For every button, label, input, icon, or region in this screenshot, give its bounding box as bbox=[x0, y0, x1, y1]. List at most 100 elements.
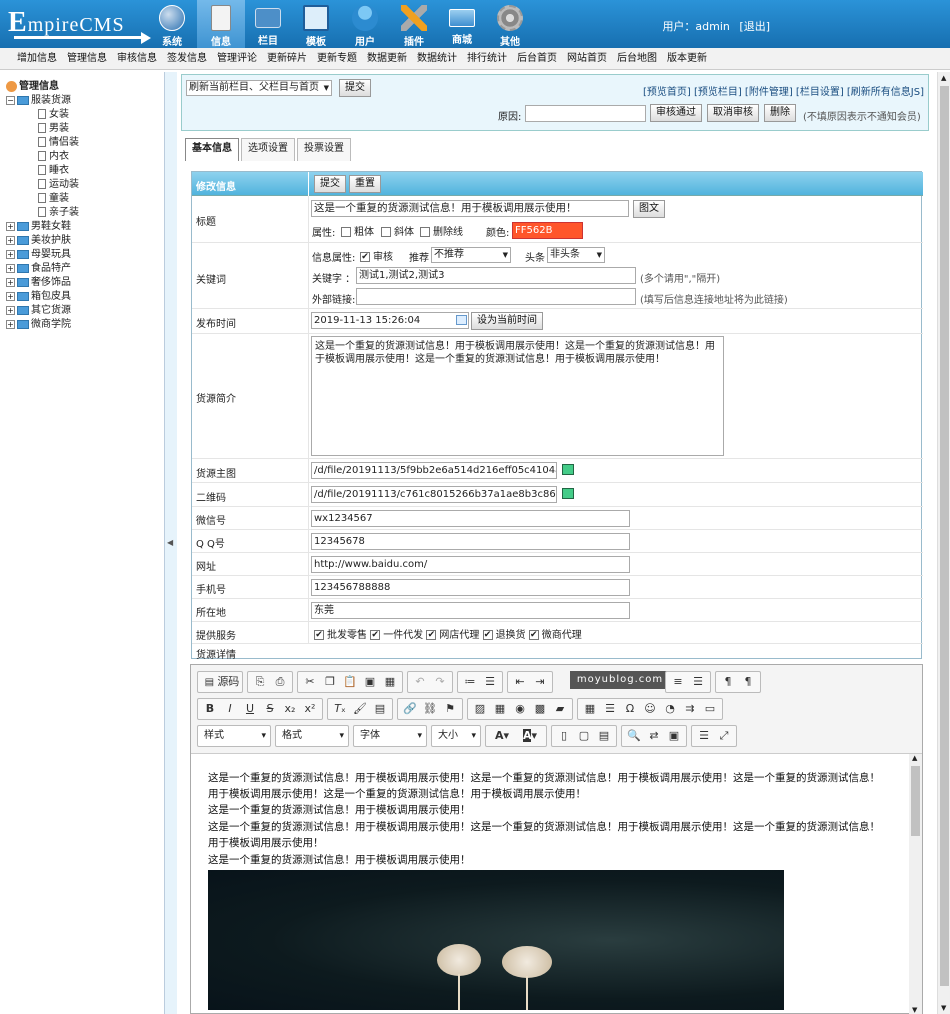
calendar-icon[interactable] bbox=[456, 315, 467, 325]
refresh-submit-button[interactable]: 提交 bbox=[339, 79, 371, 97]
flash-icon[interactable]: ◉ bbox=[510, 699, 530, 719]
pubtime-input[interactable]: 2019-11-13 15:26:04 bbox=[311, 312, 469, 329]
expand-icon[interactable]: + bbox=[6, 277, 15, 287]
special-char-icon[interactable]: Ω bbox=[620, 699, 640, 719]
text-color-icon[interactable]: A▾ bbox=[488, 726, 516, 746]
editor-content[interactable]: 这是一个重复的货源测试信息！用于模板调用展示使用！这是一个重复的货源测试信息！用… bbox=[191, 753, 922, 1014]
tree-item[interactable]: 女装 bbox=[6, 108, 79, 122]
service-checkbox[interactable]: ✔ 微商代理 bbox=[528, 630, 582, 641]
nav-template[interactable]: 模板 bbox=[292, 0, 340, 48]
underline-icon[interactable]: U bbox=[240, 699, 260, 719]
tree-folder[interactable]: + 奢侈饰品 bbox=[6, 276, 79, 290]
new-page-icon[interactable]: ▢ bbox=[574, 726, 594, 746]
subnav-manage-info[interactable]: 管理信息 bbox=[62, 48, 112, 70]
subnav-version-update[interactable]: 版本更新 bbox=[662, 48, 712, 70]
subnav-admin-home[interactable]: 后台首页 bbox=[512, 48, 562, 70]
expand-icon[interactable]: + bbox=[6, 221, 15, 231]
nav-other[interactable]: 其他 bbox=[486, 0, 534, 48]
tab-options[interactable]: 选项设置 bbox=[241, 138, 295, 161]
source-icon[interactable]: ▤ 源码 bbox=[200, 672, 242, 692]
nav-plugin[interactable]: 插件 bbox=[390, 0, 438, 48]
unapprove-button[interactable]: 取消审核 bbox=[707, 104, 759, 122]
expand-icon[interactable]: + bbox=[6, 263, 15, 273]
remove-format-icon[interactable]: Tₓ bbox=[330, 699, 350, 719]
tree-folder[interactable]: + 美妆护肤 bbox=[6, 234, 79, 248]
tree-item[interactable]: 情侣装 bbox=[6, 136, 79, 150]
code-icon[interactable]: ▭ bbox=[700, 699, 720, 719]
tree-item[interactable]: 运动装 bbox=[6, 178, 79, 192]
document-props-icon[interactable]: ▤ bbox=[594, 726, 614, 746]
tab-basic[interactable]: 基本信息 bbox=[185, 138, 239, 161]
undo-icon[interactable]: ↶ bbox=[410, 672, 430, 692]
url-input[interactable]: http://www.baidu.com/ bbox=[311, 556, 630, 573]
location-input[interactable]: 东莞 bbox=[311, 602, 630, 619]
size-combo[interactable]: 大小 bbox=[431, 725, 481, 747]
find-icon[interactable]: 🔍 bbox=[624, 726, 644, 746]
image-select-icon[interactable] bbox=[562, 464, 574, 475]
font-combo[interactable]: 字体 bbox=[353, 725, 427, 747]
outdent-icon[interactable]: ⇤ bbox=[510, 672, 530, 692]
page-scrollbar[interactable]: ▲ ▼ bbox=[937, 72, 950, 1014]
nav-info[interactable]: 信息 bbox=[197, 0, 245, 48]
strikethrough-icon[interactable]: S bbox=[260, 699, 280, 719]
service-checkbox[interactable]: ✔ 一件代发 bbox=[370, 630, 423, 641]
align-justify-icon[interactable]: ≡ bbox=[668, 672, 688, 692]
bullet-list-icon[interactable]: ☰ bbox=[480, 672, 500, 692]
rtl-icon[interactable]: ¶ bbox=[738, 672, 758, 692]
subnav-audit-info[interactable]: 审核信息 bbox=[112, 48, 162, 70]
form-reset-button[interactable]: 重置 bbox=[349, 175, 381, 193]
italic-checkbox[interactable]: 斜体 bbox=[381, 223, 414, 238]
nav-shop[interactable]: 商城 bbox=[438, 0, 486, 48]
style-combo[interactable]: 样式 bbox=[197, 725, 271, 747]
media-icon[interactable]: ▩ bbox=[530, 699, 550, 719]
qq-input[interactable]: 12345678 bbox=[311, 533, 630, 550]
replace-icon[interactable]: ⇄ bbox=[644, 726, 664, 746]
phone-input[interactable]: 123456788888 bbox=[311, 579, 630, 596]
headline-select[interactable]: 非头条 bbox=[547, 247, 605, 263]
nav-user[interactable]: 用户 bbox=[341, 0, 389, 48]
tree-root[interactable]: 管理信息 bbox=[6, 80, 79, 94]
strike-checkbox[interactable]: 删除线 bbox=[420, 223, 463, 238]
qrcode-input[interactable]: /d/file/20191113/c761c8015266b37a1ae8b3c… bbox=[311, 486, 557, 503]
print-icon[interactable]: ⎙ bbox=[270, 672, 290, 692]
bold-checkbox[interactable]: 粗体 bbox=[341, 223, 374, 238]
horizontal-rule-icon[interactable]: ☰ bbox=[600, 699, 620, 719]
tree-item[interactable]: 内衣 bbox=[6, 150, 79, 164]
external-link-input[interactable] bbox=[356, 288, 636, 305]
paste-icon[interactable]: 📋 bbox=[340, 672, 360, 692]
select-all-icon[interactable]: ▣ bbox=[664, 726, 684, 746]
subnav-data-stats[interactable]: 数据统计 bbox=[412, 48, 462, 70]
expand-icon[interactable]: + bbox=[6, 319, 15, 329]
calendar-insert-icon[interactable]: ▦ bbox=[490, 699, 510, 719]
cut-icon[interactable]: ✂ bbox=[300, 672, 320, 692]
ltr-icon[interactable]: ¶ bbox=[718, 672, 738, 692]
nav-system[interactable]: 系统 bbox=[148, 0, 196, 48]
template-icon[interactable]: ▤ bbox=[370, 699, 390, 719]
audit-checkbox[interactable]: ✔ 审核 bbox=[360, 248, 393, 263]
set-now-button[interactable]: 设为当前时间 bbox=[471, 312, 543, 330]
italic-icon[interactable]: I bbox=[220, 699, 240, 719]
tree-folder-open[interactable]: − 服装货源 bbox=[6, 94, 79, 108]
numbered-list-icon[interactable]: ≔ bbox=[460, 672, 480, 692]
preview-links[interactable]: [预览首页] [预览栏目] [附件管理] [栏目设置] [刷新所有信息JS] bbox=[643, 83, 924, 98]
subnav-sign-info[interactable]: 签发信息 bbox=[162, 48, 212, 70]
fullscreen-icon[interactable]: ⤢ bbox=[714, 726, 734, 746]
reason-input[interactable] bbox=[525, 105, 646, 122]
expand-icon[interactable]: + bbox=[6, 305, 15, 315]
tab-vote[interactable]: 投票设置 bbox=[297, 138, 351, 161]
format-combo[interactable]: 格式 bbox=[275, 725, 349, 747]
expand-icon[interactable]: + bbox=[6, 235, 15, 245]
service-checkbox[interactable]: ✔ 退换货 bbox=[482, 630, 526, 641]
superscript-icon[interactable]: x² bbox=[300, 699, 320, 719]
image-icon[interactable]: ▨ bbox=[470, 699, 490, 719]
subnav-data-update[interactable]: 数据更新 bbox=[362, 48, 412, 70]
table-icon[interactable]: ▦ bbox=[580, 699, 600, 719]
editor-scrollbar[interactable]: ▲ ▼ bbox=[909, 754, 922, 1014]
tree-item[interactable]: 睡衣 bbox=[6, 164, 79, 178]
bg-color-icon[interactable]: A▾ bbox=[516, 726, 544, 746]
collapse-icon[interactable]: − bbox=[6, 95, 15, 105]
emoticon-icon[interactable]: ☺ bbox=[640, 699, 660, 719]
subnav-admin-map[interactable]: 后台地图 bbox=[612, 48, 662, 70]
iframe-icon[interactable]: ◔ bbox=[660, 699, 680, 719]
title-input[interactable]: 这是一个重复的货源测试信息！用于模板调用展示使用！ bbox=[311, 200, 629, 217]
